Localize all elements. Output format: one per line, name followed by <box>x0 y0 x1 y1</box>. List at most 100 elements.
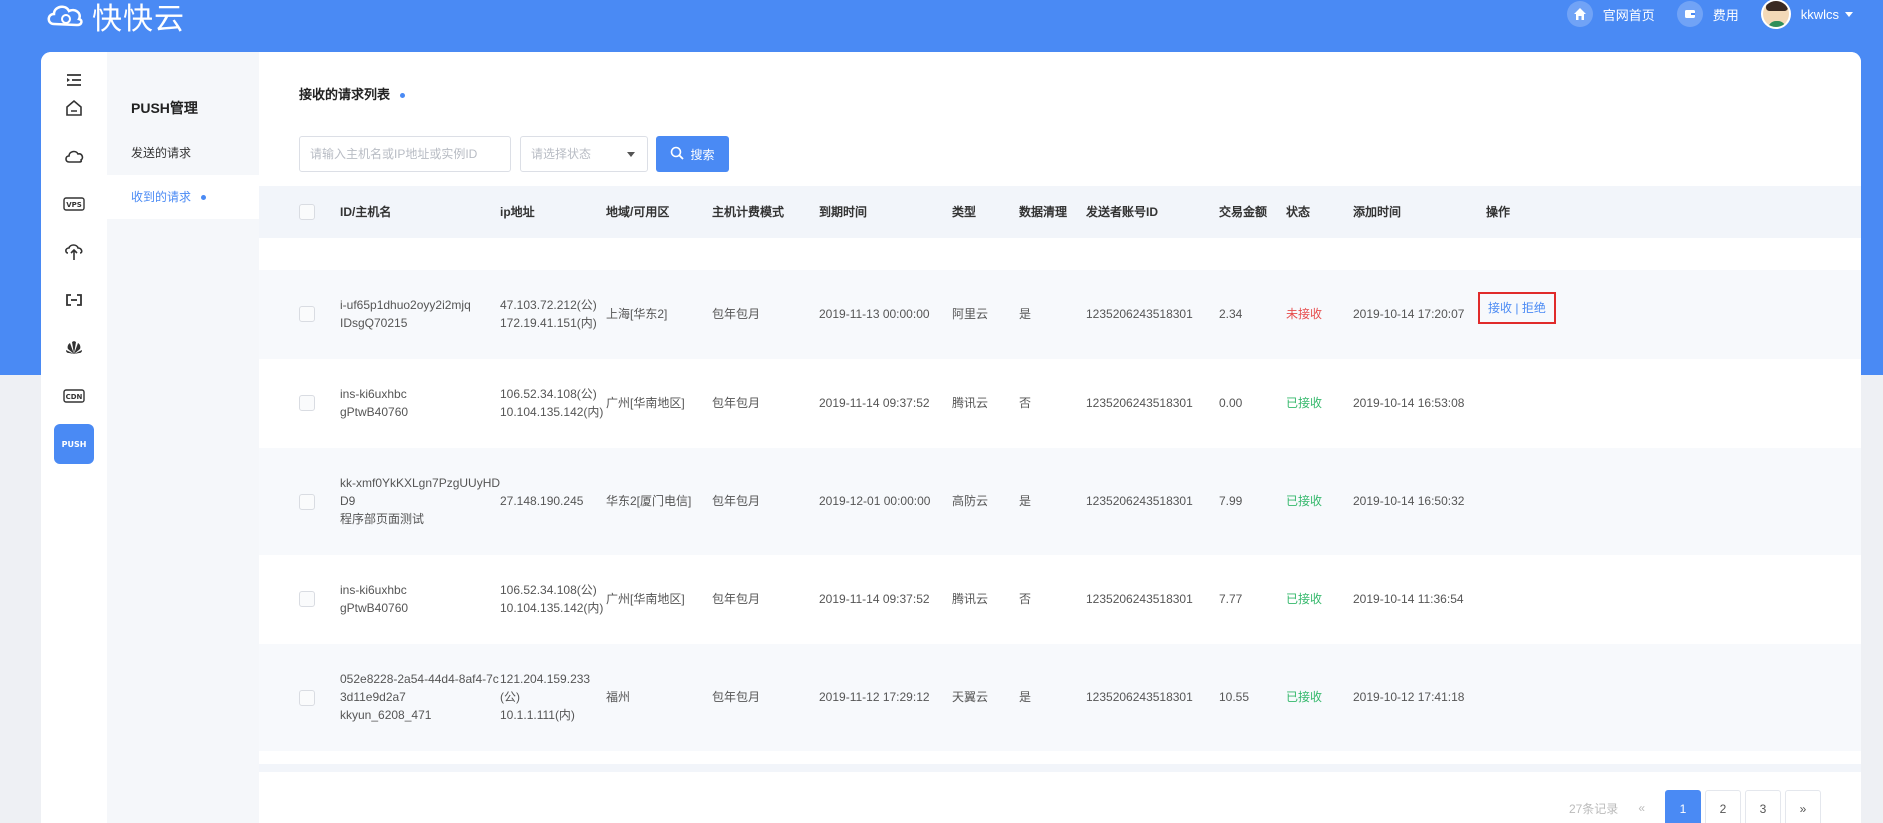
wallet-icon <box>1676 1 1703 27</box>
cell-expire: 2019-11-14 09:37:52 <box>819 396 930 410</box>
cell-amount: 2.34 <box>1219 307 1243 321</box>
reject-link[interactable]: 拒绝 <box>1522 301 1546 315</box>
submenu-item-label: 收到的请求 <box>131 190 192 204</box>
table-row[interactable]: i-uf65p1dhuo2oyy2i2mjq IDsgQ70215 47.103… <box>259 270 1861 359</box>
pagination-next[interactable]: » <box>1785 790 1821 823</box>
cell-billing: 包年包月 <box>712 396 761 410</box>
column-header: ip地址 <box>500 205 535 219</box>
home-icon <box>1566 1 1593 27</box>
official-home-label: 官网首页 <box>1602 7 1655 23</box>
pagination: 27条记录 « 1 2 3 » <box>1569 790 1821 823</box>
column-header: 发送者账号ID <box>1086 205 1159 219</box>
cell-cleanup: 是 <box>1019 307 1032 321</box>
svg-text:CDN: CDN <box>66 393 83 401</box>
submenu-item-sent-requests[interactable]: 发送的请求 <box>107 131 259 175</box>
cell-billing: 包年包月 <box>712 307 761 321</box>
cell-type: 天翼云 <box>952 690 989 704</box>
cell-line: 052e8228-2a54-44d4-8af4-7c <box>340 672 499 686</box>
content-card: VPS CDN PUSH PUSH管理 发送的请求 收到的请求 接收的请求列表 <box>41 52 1861 823</box>
column-header: 交易金额 <box>1219 205 1268 219</box>
cell-line: IDsgQ70215 <box>340 316 408 330</box>
accept-link[interactable]: 接收 <box>1488 301 1512 315</box>
pagination-page-1[interactable]: 1 <box>1665 790 1701 823</box>
chevron-down-icon <box>627 152 635 157</box>
cell-region: 上海[华东2] <box>606 307 668 321</box>
cell-added: 2019-10-12 17:41:18 <box>1353 690 1465 704</box>
official-home-link[interactable]: 官网首页 <box>1566 1 1655 27</box>
table-row[interactable]: ins-ki6uxhbc gPtwB40760 106.52.34.108(公)… <box>259 359 1861 448</box>
billing-link[interactable]: 费用 <box>1676 1 1739 27</box>
active-dot <box>201 195 207 201</box>
table-row[interactable]: kk-xmf0YkKXLgn7PzgUUyHD D9 程序部页面测试 27.14… <box>259 448 1861 555</box>
search-button[interactable]: 搜索 <box>656 136 729 172</box>
submenu-item-received-requests[interactable]: 收到的请求 <box>107 175 259 219</box>
push-icon[interactable]: PUSH <box>54 424 94 464</box>
select-all-checkbox[interactable] <box>299 204 315 220</box>
cell-line: kk-xmf0YkKXLgn7PzgUUyHD <box>340 476 501 490</box>
cell-line: 121.204.159.233 <box>500 672 591 686</box>
column-header: 地域/可用区 <box>606 205 670 219</box>
status-badge: 未接收 <box>1286 307 1323 321</box>
cloud-icon[interactable] <box>54 136 94 176</box>
cell-id: i-uf65p1dhuo2oyy2i2mjq IDsgQ70215 <box>340 296 471 332</box>
svg-text:PUSH: PUSH <box>62 440 87 449</box>
cell-line: 程序部页面测试 <box>340 512 425 526</box>
cell-ip: 121.204.159.233 (公) 10.1.1.111(内) <box>500 670 590 724</box>
home-icon[interactable] <box>54 88 94 128</box>
cell-type: 腾讯云 <box>952 592 989 606</box>
status-badge: 已接收 <box>1286 494 1323 508</box>
pagination-page-2[interactable]: 2 <box>1705 790 1741 823</box>
cell-added: 2019-10-14 17:20:07 <box>1353 307 1465 321</box>
cell-id: ins-ki6uxhbc gPtwB40760 <box>340 581 408 617</box>
column-header: 添加时间 <box>1353 205 1402 219</box>
search-input[interactable] <box>299 136 511 172</box>
table-row[interactable]: ins-ki6uxhbc gPtwB40760 106.52.34.108(公)… <box>259 555 1861 644</box>
row-checkbox[interactable] <box>299 395 315 411</box>
cloud-upload-icon[interactable] <box>54 232 94 272</box>
row-checkbox[interactable] <box>299 690 315 706</box>
cell-line: gPtwB40760 <box>340 601 409 615</box>
cell-type: 腾讯云 <box>952 396 989 410</box>
status-badge: 已接收 <box>1286 690 1323 704</box>
column-header: 主机计费模式 <box>712 205 785 219</box>
link-icon[interactable] <box>54 280 94 320</box>
status-badge: 已接收 <box>1286 592 1323 606</box>
column-header: 类型 <box>952 205 977 219</box>
row-checkbox[interactable] <box>299 591 315 607</box>
submenu-item-label: 发送的请求 <box>131 146 192 160</box>
cell-amount: 0.00 <box>1219 396 1243 410</box>
table-header: ID/主机名 ip地址 地域/可用区 主机计费模式 到期时间 类型 数据清理 发… <box>259 186 1861 238</box>
cdn-icon[interactable]: CDN <box>54 376 94 416</box>
table-row[interactable]: 052e8228-2a54-44d4-8af4-7c 3d11e9d2a7 kk… <box>259 644 1861 751</box>
svg-text:VPS: VPS <box>66 201 82 209</box>
cell-region: 华东2[厦门电信] <box>606 494 692 508</box>
pagination-prev[interactable]: « <box>1638 801 1645 815</box>
column-header: ID/主机名 <box>340 205 392 219</box>
submenu-title: PUSH管理 <box>131 100 198 116</box>
page-title-text: 接收的请求列表 <box>299 87 391 102</box>
cell-added: 2019-10-14 16:53:08 <box>1353 396 1465 410</box>
huawei-icon[interactable] <box>54 328 94 368</box>
pagination-page-3[interactable]: 3 <box>1745 790 1781 823</box>
status-select-placeholder: 请选择状态 <box>531 147 592 161</box>
row-checkbox[interactable] <box>299 494 315 510</box>
row-checkbox[interactable] <box>299 306 315 322</box>
status-badge: 已接收 <box>1286 396 1323 410</box>
main-content: 接收的请求列表 请选择状态 搜索 ID/主机名 ip地址 地域/可用区 主机计费… <box>259 52 1861 823</box>
vps-icon[interactable]: VPS <box>54 184 94 224</box>
avatar <box>1760 0 1791 29</box>
column-header: 操作 <box>1486 205 1511 219</box>
cell-line: kkyun_6208_471 <box>340 708 432 722</box>
cell-line: ins-ki6uxhbc <box>340 583 407 597</box>
icon-sidebar: VPS CDN PUSH <box>41 52 107 823</box>
cell-cleanup: 否 <box>1019 396 1032 410</box>
user-menu[interactable]: kkwlcs <box>1760 0 1853 29</box>
cell-cleanup: 是 <box>1019 690 1032 704</box>
column-header: 状态 <box>1286 205 1311 219</box>
push-submenu: PUSH管理 发送的请求 收到的请求 <box>107 52 259 823</box>
cell-line: (公) <box>500 690 520 704</box>
cell-type: 高防云 <box>952 494 989 508</box>
logo[interactable]: 快快云 <box>44 0 185 38</box>
cell-line: i-uf65p1dhuo2oyy2i2mjq <box>340 298 471 312</box>
status-select[interactable]: 请选择状态 <box>520 136 648 172</box>
